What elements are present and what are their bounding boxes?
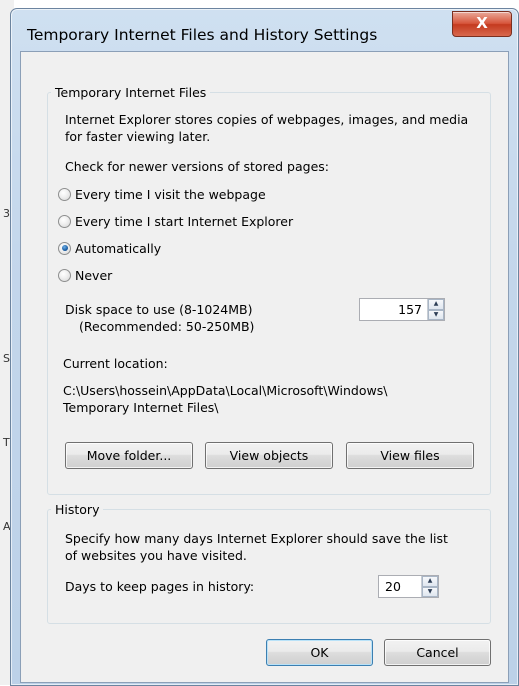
radio-never[interactable]: Never [58, 266, 112, 284]
ok-button[interactable]: OK [266, 639, 373, 666]
radio-button-icon[interactable] [58, 214, 71, 228]
history-days-value[interactable]: 20 [379, 576, 421, 597]
edge-mark: T [3, 436, 10, 449]
history-description-1: Specify how many days Internet Explorer … [65, 531, 448, 546]
radio-label: Every time I start Internet Explorer [75, 213, 294, 229]
history-days-spinner[interactable]: 20 ▲ ▼ [378, 575, 439, 598]
temp-files-group: Temporary Internet Files [47, 85, 491, 495]
radio-button-icon[interactable] [58, 268, 71, 282]
close-icon: X [476, 14, 488, 32]
days-keep-label: Days to keep pages in history: [65, 579, 255, 594]
dialog-title: Temporary Internet Files and History Set… [27, 26, 378, 44]
temp-files-legend: Temporary Internet Files [55, 85, 207, 100]
close-button[interactable]: X [452, 11, 512, 37]
disk-space-spinner[interactable]: 157 ▲ ▼ [359, 298, 445, 321]
radio-button-checked-icon[interactable] [58, 241, 71, 255]
edge-mark: S [3, 352, 10, 365]
radio-automatically[interactable]: Automatically [58, 239, 161, 257]
disk-space-value[interactable]: 157 [360, 299, 427, 320]
current-location-path-1: C:\Users\hossein\AppData\Local\Microsoft… [63, 383, 388, 398]
history-legend: History [55, 502, 100, 517]
radio-label: Every time I visit the webpage [75, 186, 266, 202]
move-folder-button[interactable]: Move folder... [65, 442, 193, 469]
radio-every-start[interactable]: Every time I start Internet Explorer [58, 212, 293, 230]
edge-mark: 3 [3, 207, 10, 220]
spin-up-icon[interactable]: ▲ [428, 299, 444, 310]
radio-label: Automatically [75, 240, 162, 256]
view-objects-button[interactable]: View objects [205, 442, 333, 469]
temp-files-description-1: Internet Explorer stores copies of webpa… [65, 112, 469, 127]
current-location-path-2: Temporary Internet Files\ [63, 400, 219, 415]
spin-down-icon[interactable]: ▼ [422, 586, 438, 597]
dialog-client-area: Temporary Internet Files Internet Explor… [20, 51, 509, 683]
view-files-button[interactable]: View files [346, 442, 474, 469]
history-description-2: of websites you have visited. [65, 548, 247, 563]
check-newer-label: Check for newer versions of stored pages… [65, 159, 329, 174]
current-location-label: Current location: [63, 356, 168, 371]
settings-dialog: Temporary Internet Files and History Set… [10, 8, 519, 686]
radio-label: Never [75, 267, 113, 283]
temp-files-description-2: for faster viewing later. [65, 129, 211, 144]
cancel-button[interactable]: Cancel [384, 639, 491, 666]
disk-space-recommended: (Recommended: 50-250MB) [79, 319, 255, 334]
spin-up-icon[interactable]: ▲ [422, 576, 438, 587]
title-bar[interactable]: Temporary Internet Files and History Set… [11, 9, 518, 51]
spin-down-icon[interactable]: ▼ [428, 309, 444, 320]
disk-space-label: Disk space to use (8-1024MB) [65, 302, 253, 317]
radio-button-icon[interactable] [58, 187, 71, 201]
radio-every-visit[interactable]: Every time I visit the webpage [58, 185, 266, 203]
